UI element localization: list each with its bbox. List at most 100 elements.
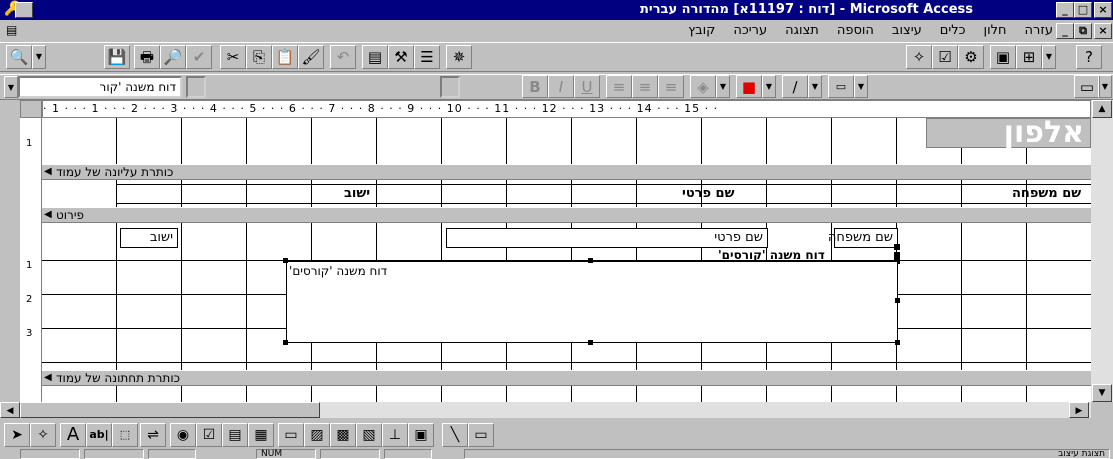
menu-tools[interactable]: כלים bbox=[940, 23, 966, 38]
scroll-left-button[interactable]: ◀ bbox=[0, 402, 20, 418]
underline-icon[interactable]: U bbox=[574, 75, 600, 98]
align-center-icon[interactable]: ≡ bbox=[632, 75, 658, 98]
subreport-label[interactable]: דוח משנה 'קורסים' bbox=[718, 248, 825, 262]
control-wizards-icon[interactable]: ✧ bbox=[30, 423, 56, 447]
command-button-icon[interactable]: ▭ bbox=[278, 423, 304, 447]
selection-handle[interactable] bbox=[588, 258, 593, 263]
line-tool-icon[interactable]: ╲ bbox=[442, 423, 468, 447]
special-effect-dropdown[interactable]: ▼ bbox=[1098, 75, 1112, 98]
bold-icon[interactable]: B bbox=[522, 75, 548, 98]
option-group-icon[interactable]: ⬚ bbox=[112, 423, 138, 447]
selection-handle[interactable] bbox=[894, 244, 900, 250]
view-dropdown[interactable]: ▼ bbox=[32, 45, 46, 69]
save-icon[interactable]: 💾 bbox=[104, 45, 130, 69]
header-label-last-name[interactable]: שם משפחה bbox=[1012, 186, 1081, 201]
report-title-box[interactable]: אלפון bbox=[926, 118, 1091, 150]
line-width-icon[interactable]: ▭ bbox=[828, 75, 854, 98]
selection-handle[interactable] bbox=[283, 258, 288, 263]
doc-close-button[interactable]: × bbox=[1094, 23, 1112, 39]
rectangle-tool-icon[interactable]: ▭ bbox=[468, 423, 494, 447]
selection-handle[interactable] bbox=[588, 340, 593, 345]
report-doc-icon[interactable]: ▤ bbox=[6, 23, 17, 37]
database-window-icon[interactable]: ▣ bbox=[990, 45, 1016, 69]
code-icon[interactable]: ⚙ bbox=[958, 45, 984, 69]
list-box-icon[interactable]: ▦ bbox=[248, 423, 274, 447]
window-close-button[interactable] bbox=[15, 2, 33, 18]
align-right-icon[interactable]: ≡ bbox=[606, 75, 632, 98]
subreport-control[interactable]: 'דוח משנה 'קורסים bbox=[286, 261, 898, 343]
menu-insert[interactable]: הוספה bbox=[837, 23, 874, 38]
field-list-icon[interactable]: ▤ bbox=[362, 45, 388, 69]
minimize-button[interactable]: _ bbox=[1056, 2, 1074, 18]
fill-color-dropdown[interactable]: ▼ bbox=[716, 75, 730, 98]
scroll-right-button[interactable]: ▶ bbox=[1069, 402, 1089, 418]
menu-window[interactable]: חלון bbox=[984, 23, 1007, 38]
object-combo-dropdown[interactable]: ▼ bbox=[4, 76, 18, 98]
menu-help[interactable]: עזרה bbox=[1025, 23, 1053, 38]
autoformat-icon[interactable]: ✵ bbox=[446, 45, 472, 69]
copy-icon[interactable]: ⎘ bbox=[246, 45, 272, 69]
field-first-name[interactable]: שם פרטי bbox=[446, 228, 768, 248]
menu-file[interactable]: קובץ bbox=[688, 23, 715, 38]
font-color-dropdown[interactable]: ▼ bbox=[762, 75, 776, 98]
scroll-down-button[interactable]: ▼ bbox=[1092, 384, 1112, 402]
scroll-up-button[interactable]: ▲ bbox=[1092, 100, 1112, 118]
report-design-canvas[interactable]: אלפון כותרת עליונה של עמוד ◀ שם משפחה שם… bbox=[42, 118, 1091, 402]
cut-icon[interactable]: ✂ bbox=[220, 45, 246, 69]
selection-handle[interactable] bbox=[895, 340, 900, 345]
print-preview-icon[interactable]: 🔎 bbox=[160, 45, 186, 69]
field-last-name[interactable]: שם משפחה bbox=[828, 228, 898, 248]
special-effect-icon[interactable]: ▭ bbox=[1074, 75, 1100, 98]
page-break-icon[interactable]: ⊥ bbox=[382, 423, 408, 447]
spelling-icon[interactable]: ✔ bbox=[186, 45, 212, 69]
selection-handle[interactable] bbox=[895, 298, 900, 303]
print-icon[interactable]: 🖶 bbox=[134, 45, 160, 69]
horizontal-ruler[interactable]: · 1 · · · 1 · · · 2 · · · 3 · · · 4 · · … bbox=[42, 100, 1091, 118]
menu-view[interactable]: תצוגה bbox=[785, 23, 819, 38]
toolbox-icon[interactable]: ⚒ bbox=[388, 45, 414, 69]
line-width-dropdown[interactable]: ▼ bbox=[854, 75, 868, 98]
option-button-icon[interactable]: ◉ bbox=[170, 423, 196, 447]
horizontal-scrollbar[interactable]: ◀ ▶ bbox=[0, 402, 1091, 418]
line-color-dropdown[interactable]: ▼ bbox=[808, 75, 822, 98]
properties-icon[interactable]: ☑ bbox=[932, 45, 958, 69]
selection-handle[interactable] bbox=[283, 340, 288, 345]
menu-edit[interactable]: עריכה bbox=[733, 23, 767, 38]
new-object-icon[interactable]: ⊞ bbox=[1016, 45, 1042, 69]
bound-object-icon[interactable]: ▧ bbox=[356, 423, 382, 447]
image-icon[interactable]: ▨ bbox=[304, 423, 330, 447]
vertical-scrollbar[interactable]: ▲ ▼ bbox=[1091, 100, 1113, 402]
object-combo[interactable]: דוח משנה 'קור bbox=[18, 76, 182, 98]
ruler-corner[interactable] bbox=[20, 100, 42, 118]
format-painter-icon[interactable]: 🖌 bbox=[298, 45, 324, 69]
close-button[interactable]: × bbox=[1094, 2, 1112, 18]
font-name-combo[interactable] bbox=[186, 76, 206, 98]
doc-minimize-button[interactable]: _ bbox=[1056, 23, 1074, 39]
scroll-thumb[interactable] bbox=[20, 402, 320, 418]
combo-box-icon[interactable]: ▤ bbox=[222, 423, 248, 447]
maximize-button[interactable]: □ bbox=[1074, 2, 1092, 18]
unbound-object-icon[interactable]: ▩ bbox=[330, 423, 356, 447]
fill-color-icon[interactable]: ◈ bbox=[690, 75, 716, 98]
vertical-ruler[interactable]: 1 1 2 3 bbox=[20, 118, 42, 402]
section-page-footer[interactable]: כותרת תחתונה של עמוד bbox=[42, 370, 1091, 386]
doc-restore-button[interactable]: ⧉ bbox=[1074, 23, 1092, 39]
menu-format[interactable]: עיצוב bbox=[892, 23, 922, 38]
undo-icon[interactable]: ↶ bbox=[330, 45, 356, 69]
header-label-first-name[interactable]: שם פרטי bbox=[682, 186, 734, 201]
build-icon[interactable]: ✧ bbox=[906, 45, 932, 69]
toggle-button-icon[interactable]: ⇌ bbox=[140, 423, 166, 447]
font-color-icon[interactable]: ■ bbox=[736, 75, 762, 98]
new-object-dropdown[interactable]: ▼ bbox=[1042, 45, 1056, 69]
line-color-icon[interactable]: ∕ bbox=[782, 75, 808, 98]
paste-icon[interactable]: 📋 bbox=[272, 45, 298, 69]
sorting-grouping-icon[interactable]: ☰ bbox=[414, 45, 440, 69]
section-page-header[interactable]: כותרת עליונה של עמוד bbox=[42, 164, 1091, 180]
header-label-city[interactable]: ישוב bbox=[344, 186, 370, 201]
textbox-tool-icon[interactable]: ab| bbox=[86, 423, 112, 447]
subform-icon[interactable]: ▣ bbox=[408, 423, 434, 447]
italic-icon[interactable]: I bbox=[548, 75, 574, 98]
font-size-combo[interactable] bbox=[440, 76, 460, 98]
field-city[interactable]: ישוב bbox=[120, 228, 178, 248]
view-icon[interactable]: 🔍 bbox=[6, 45, 32, 69]
